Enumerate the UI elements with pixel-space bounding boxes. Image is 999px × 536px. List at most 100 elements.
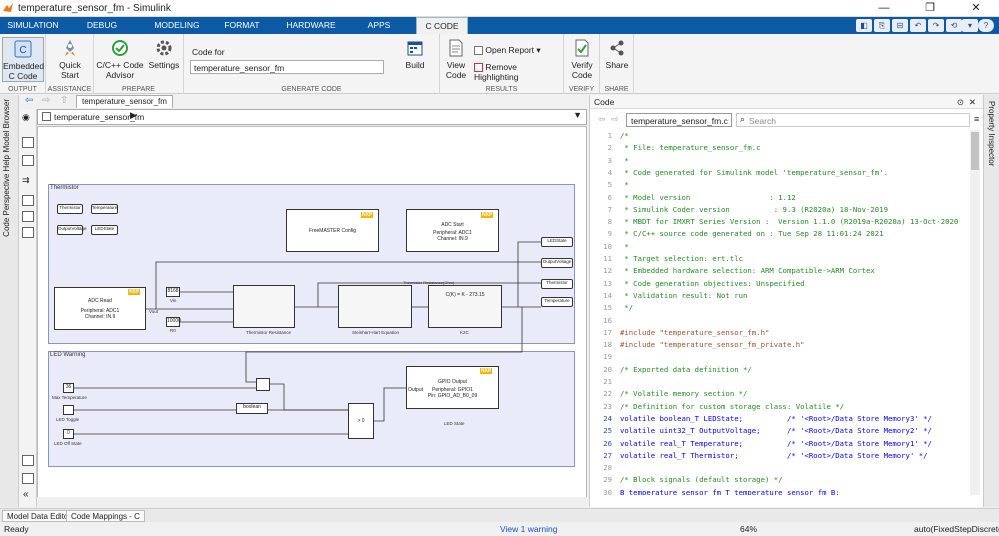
thermistor-resistance-block[interactable]	[233, 285, 295, 328]
tab-modeling[interactable]: MODELING	[146, 17, 208, 34]
code-back-icon[interactable]: ⇦	[598, 114, 606, 125]
k2c-block[interactable]: C(K) = K - 273.15	[428, 285, 502, 328]
code-forward-icon[interactable]: ⇨	[611, 114, 619, 125]
tab-simulation[interactable]: SIMULATION	[4, 17, 62, 34]
ds-thermistor-block[interactable]: Thermistor	[57, 204, 83, 214]
area-icon[interactable]	[22, 227, 34, 238]
property-inspector-tab[interactable]: Property Inspector	[987, 101, 996, 166]
led-toggle-label: LED Toggle	[56, 417, 80, 422]
out-outputvoltage-block[interactable]: OutputVoltage	[541, 258, 573, 268]
editor-tab[interactable]: temperature_sensor_fm	[76, 95, 173, 108]
switch-block[interactable]: > 0	[348, 403, 374, 439]
nxp-logo-icon: NXP	[128, 289, 141, 295]
canvas-scrollbar[interactable]	[37, 497, 587, 507]
code-line: 26 volatile real_T Temperature; /* '<Root…	[590, 438, 970, 450]
view-code-button[interactable]: View Code	[442, 38, 470, 80]
led-off-label: LED Off State	[54, 441, 82, 446]
line-number: 15	[603, 303, 612, 313]
model-canvas[interactable]: Thermistor Thermistor Temperature Output…	[37, 126, 587, 507]
ds-output-voltage-block[interactable]: OutputVoltage	[57, 225, 87, 235]
ds-temperature-block[interactable]: Temperature	[91, 204, 118, 214]
forward-arrow-icon[interactable]: ⇨	[42, 95, 50, 106]
ribbon: C Embedded C Code OUTPUT Quick Start ASS…	[0, 34, 999, 94]
tab-debug[interactable]: DEBUG	[76, 17, 128, 34]
breadcrumb-dropdown-icon[interactable]: ▼	[573, 110, 582, 120]
embedded-c-code-button[interactable]: C Embedded C Code	[2, 37, 44, 82]
collapse-icon[interactable]: «	[23, 489, 29, 500]
build-button[interactable]: Build	[398, 38, 432, 70]
code-panel-menu-icon[interactable]: ⊙	[957, 97, 964, 108]
model-browser-tab[interactable]: Model Browser	[2, 99, 11, 152]
qat-redo-icon[interactable]: ↷	[928, 19, 944, 32]
view-code-label-1: View	[446, 60, 466, 70]
tab-code-mappings[interactable]: Code Mappings - C	[66, 510, 145, 522]
out-temperature-block[interactable]: Temperature	[541, 297, 573, 307]
code-search-input[interactable]: Search	[736, 113, 970, 127]
status-warning-link[interactable]: View 1 warning	[500, 524, 558, 534]
code-text: * Target selection: ert.tlc	[620, 254, 744, 263]
annotation-icon[interactable]	[22, 195, 34, 206]
led-off-block[interactable]: 0	[63, 429, 74, 439]
code-line: 4 * Code generated for Simulink model 't…	[590, 167, 970, 179]
zoom-icon[interactable]	[22, 137, 34, 148]
nxp-logo-icon: NXP	[361, 212, 374, 218]
tab-hardware[interactable]: HARDWARE	[280, 17, 342, 34]
quick-start-button[interactable]: Quick Start	[50, 38, 90, 80]
out-thermistor-block[interactable]: Thermistor	[541, 279, 573, 289]
image-icon[interactable]	[22, 211, 34, 222]
qat-menu-icon[interactable]: ▾	[962, 19, 978, 32]
line-number: 14	[603, 290, 612, 300]
minimize-button[interactable]: —	[861, 0, 907, 17]
led-toggle-block[interactable]	[63, 405, 74, 415]
code-advisor-button[interactable]: C/C++ Code Advisor	[96, 38, 144, 80]
list-icon[interactable]	[22, 473, 34, 484]
code-scrollbar[interactable]	[970, 130, 980, 495]
arrow-right-icon[interactable]: ⇉	[22, 175, 34, 186]
tab-c-code[interactable]: C CODE	[416, 17, 468, 34]
code-scroll-thumb[interactable]	[971, 132, 979, 170]
ds-ledstate-block[interactable]: LEDState	[91, 225, 118, 235]
back-arrow-icon[interactable]: ⇦	[25, 95, 33, 106]
const-vin-block[interactable]: 8168	[166, 287, 180, 297]
close-button[interactable]: ✕	[953, 0, 999, 17]
out-ledstate-block[interactable]: LEDState	[541, 237, 573, 247]
qat-undo-icon[interactable]: ↶	[910, 19, 926, 32]
code-options-icon[interactable]: ≡	[974, 114, 979, 124]
qat-paste-icon[interactable]: ⊟	[892, 19, 908, 32]
share-button[interactable]: Share	[602, 38, 632, 70]
help-icon[interactable]: ?	[978, 19, 994, 32]
maximize-button[interactable]: ❐	[907, 0, 953, 17]
tab-format[interactable]: FORMAT	[216, 17, 268, 34]
up-arrow-icon[interactable]: ⇧	[60, 95, 68, 106]
code-for-input[interactable]: temperature_sensor_fm	[190, 60, 384, 74]
hide-show-explorer-icon[interactable]: ◉	[22, 112, 30, 123]
remove-highlighting-button[interactable]: Remove Highlighting	[474, 62, 563, 82]
camera-icon[interactable]	[22, 455, 34, 466]
max-temp-block[interactable]: 36	[63, 383, 74, 393]
code-file-select[interactable]: temperature_sensor_fm.c	[626, 113, 732, 127]
steinhart-hart-block[interactable]	[338, 285, 412, 328]
code-text: B_temperature_sensor_fm_T temperature_se…	[620, 487, 840, 495]
breadcrumb-arrow-icon[interactable]: ▶	[130, 110, 137, 121]
open-report-button[interactable]: Open Report ▾	[474, 45, 541, 56]
status-solver[interactable]: auto(FixedStepDiscrete)	[914, 524, 999, 534]
boolean-block[interactable]: boolean	[236, 403, 268, 414]
group-share-label: SHARE	[604, 86, 629, 93]
verify-code-button[interactable]: Verify Code	[566, 38, 598, 80]
tab-apps[interactable]: APPS	[358, 17, 400, 34]
line-number: 9	[607, 229, 612, 239]
fit-view-icon[interactable]	[22, 155, 34, 166]
qat-layout-icon[interactable]: ◧	[856, 19, 872, 32]
gpio-label: GPIO Output	[438, 379, 467, 385]
const-r0-block[interactable]: 10000	[166, 317, 181, 327]
code-text: #include "temperature_sensor_fm.h"	[620, 327, 770, 337]
qat-refresh-icon[interactable]: ⟲	[946, 19, 962, 32]
settings-button[interactable]: Settings	[146, 38, 182, 70]
group-verify-label: VERIFY	[568, 86, 595, 93]
code-panel-close-icon[interactable]: ✕	[969, 97, 976, 108]
code-perspective-help-tab[interactable]: Code Perspective Help	[2, 155, 11, 237]
qat-copy-icon[interactable]: ⎘	[874, 19, 890, 32]
tab-model-data-editor[interactable]: Model Data Editor	[2, 510, 77, 522]
relational-operator-block[interactable]	[256, 378, 270, 391]
code-body[interactable]: 1/* 2 * File: temperature_sensor_fm.c 3 * 4…	[590, 130, 984, 495]
